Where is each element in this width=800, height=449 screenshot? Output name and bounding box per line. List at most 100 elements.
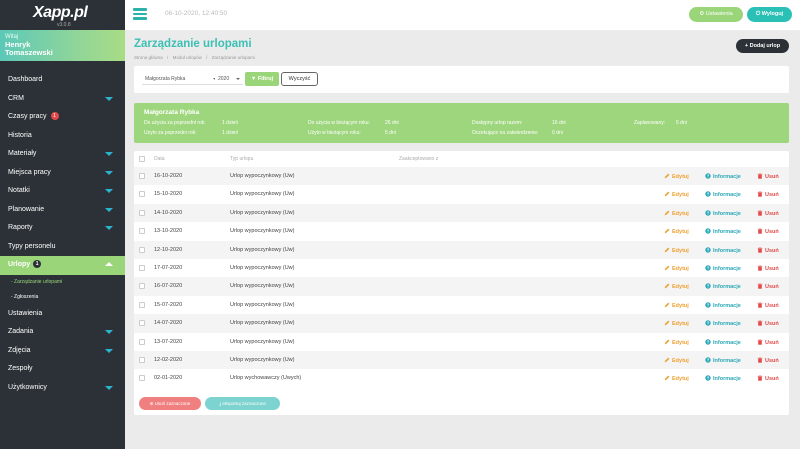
delete-button[interactable]: Usuń [757, 246, 779, 254]
sidebar-item-historia[interactable]: Historia [0, 127, 125, 146]
edit-button[interactable]: Edytuj [664, 357, 689, 364]
delete-button[interactable]: Usuń [757, 173, 779, 180]
info-button[interactable]: ? Informacje [705, 375, 741, 382]
edit-button[interactable]: Edytuj [664, 265, 689, 272]
pencil-icon [664, 265, 672, 272]
row-checkbox[interactable] [139, 301, 145, 308]
info-button[interactable]: ? Informacje [705, 338, 741, 346]
hamburger-menu-icon[interactable] [133, 8, 147, 20]
year-select[interactable]: 2020 [215, 73, 243, 85]
edit-button[interactable]: Edytuj [664, 320, 689, 327]
breadcrumb-module[interactable]: Moduł urlopów [173, 55, 202, 60]
delete-label: Usuń [765, 210, 779, 217]
table-header: Data Typ urlopu Zaakceptowano z [134, 151, 789, 167]
delete-selected-button[interactable]: ⊗ Usuń zaznaczone [139, 397, 201, 410]
edit-button[interactable]: Edytuj [664, 375, 689, 382]
info-button[interactable]: ? Informacje [705, 302, 741, 309]
row-checkbox[interactable] [139, 375, 145, 382]
delete-button[interactable]: Usuń [757, 375, 779, 382]
sidebar-subitem-zarzadzanie-urlopami[interactable]: - Zarządzanie urlopami [0, 275, 125, 290]
sidebar-item-zdjecia[interactable]: Zdjęcia [0, 342, 125, 361]
row-checkbox[interactable] [139, 228, 145, 235]
info-label: Informacje [713, 376, 741, 383]
row-checkbox[interactable] [139, 246, 145, 253]
sidebar-item-miejsca-pracy[interactable]: Miejsca pracy [0, 164, 125, 183]
row-checkbox[interactable] [139, 283, 145, 290]
chevron-up-icon [105, 262, 113, 266]
delete-button[interactable]: Usuń [757, 320, 779, 327]
row-checkbox[interactable] [139, 265, 145, 271]
sidebar-item-raporty[interactable]: Raporty [0, 219, 125, 238]
sidebar-item-urlopy[interactable]: Urlopy 1 [0, 256, 125, 275]
info-label: Informacje [713, 210, 741, 217]
sidebar-item-czasy-pracy[interactable]: Czasy pracy 1 [0, 108, 125, 127]
delete-button[interactable]: Usuń [757, 283, 779, 290]
summary-label: Do użycia w bieżącym roku: [308, 120, 370, 126]
row-checkbox[interactable] [139, 191, 145, 198]
summary-employee-name: Małgorzata Rybka [144, 109, 200, 116]
header-date[interactable]: Data [154, 156, 165, 162]
sidebar-item-zadania[interactable]: Zadania [0, 323, 125, 342]
sidebar-item-zespoly[interactable]: Zespoły [0, 360, 125, 379]
row-checkbox[interactable] [139, 209, 145, 216]
chevron-down-icon [105, 385, 113, 390]
chevron-down-icon [105, 348, 113, 353]
delete-button[interactable]: Usuń [757, 210, 779, 217]
row-checkbox[interactable] [139, 357, 145, 363]
info-button[interactable]: ? Informacje [705, 357, 741, 364]
user-select[interactable]: Małgorzata Rybka [142, 73, 220, 85]
delete-button[interactable]: Usuń [757, 191, 779, 198]
trash-icon [757, 228, 765, 235]
delete-button[interactable]: Usuń [757, 265, 779, 272]
edit-button[interactable]: Edytuj [664, 339, 689, 346]
user-name: Henryk Tomaszewski [5, 41, 53, 57]
sidebar-item-crm[interactable]: CRM [0, 90, 125, 109]
row-checkbox[interactable] [139, 173, 145, 179]
sidebar-item-planowanie[interactable]: Planowanie [0, 201, 125, 220]
select-all-checkbox[interactable] [139, 156, 145, 162]
delete-button[interactable]: Usuń [757, 228, 779, 235]
delete-button[interactable]: Usuń [757, 302, 779, 309]
user-select-value: Małgorzata Rybka [145, 76, 186, 82]
header-type[interactable]: Typ urlopu [230, 156, 253, 162]
clear-button[interactable]: Wyczyść [281, 72, 318, 86]
row-checkbox[interactable] [139, 338, 145, 345]
edit-button[interactable]: Edytuj [664, 173, 689, 180]
info-button[interactable]: ? Informacje [705, 228, 741, 235]
edit-button[interactable]: Edytuj [664, 228, 689, 235]
breadcrumb-home[interactable]: Strona główna [134, 55, 163, 60]
info-button[interactable]: ? Informacje [705, 246, 741, 254]
edit-button[interactable]: Edytuj [664, 191, 689, 198]
edit-label: Edytuj [672, 266, 689, 272]
sidebar-item-dashboard[interactable]: Dashboard [0, 71, 125, 90]
delete-button[interactable]: Usuń [757, 357, 779, 364]
info-button[interactable]: ? Informacje [705, 283, 741, 290]
settings-button[interactable]: ⚙ Ustawienia [689, 7, 743, 22]
header-accepted[interactable]: Zaakceptowano z [399, 156, 438, 162]
edit-button[interactable]: Edytuj [664, 210, 689, 217]
delete-button[interactable]: Usuń [757, 338, 779, 346]
sidebar-item-uzytkownicy[interactable]: Użytkownicy [0, 379, 125, 398]
leave-table: Data Typ urlopu Zaakceptowano z 16-10-20… [134, 151, 789, 415]
sidebar-item-materialy[interactable]: Materiały [0, 145, 125, 164]
row-checkbox[interactable] [139, 320, 145, 327]
delete-label: Usuń [765, 284, 779, 291]
info-button[interactable]: ? Informacje [705, 210, 741, 217]
app-logo[interactable]: Xapp.pl [33, 4, 88, 22]
info-button[interactable]: ? Informacje [705, 191, 741, 198]
filter-icon: ▼ [250, 76, 258, 82]
logout-button[interactable]: ⏻ Wyloguj [747, 7, 792, 22]
sidebar-subitem-zgloszenia[interactable]: - Zgłoszenia [0, 290, 125, 305]
edit-button[interactable]: Edytuj [664, 302, 689, 309]
info-button[interactable]: ? Informacje [705, 320, 741, 327]
info-button[interactable]: ? Informacje [705, 173, 741, 180]
add-leave-button[interactable]: + Dodaj urlop [736, 39, 789, 53]
sidebar-item-notatki[interactable]: Notatki [0, 182, 125, 201]
edit-button[interactable]: Edytuj [664, 247, 689, 254]
info-button[interactable]: ? Informacje [705, 265, 741, 272]
edit-button[interactable]: Edytuj [664, 283, 689, 290]
sidebar-item-typy-personelu[interactable]: Typy personelu [0, 238, 125, 257]
sidebar-item-ustawienia[interactable]: Ustawienia [0, 305, 125, 324]
filter-button[interactable]: ▼ Filtruj [245, 72, 279, 86]
export-selected-button[interactable]: ⤓ eksportuj zaznaczone [205, 397, 280, 410]
